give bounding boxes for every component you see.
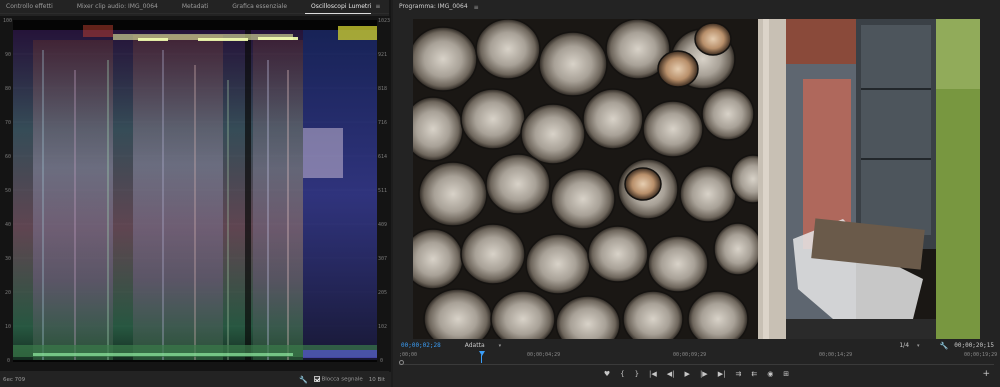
tab-essential-graphics[interactable]: Grafica essenziale	[226, 0, 287, 14]
zoom-handle[interactable]	[399, 360, 404, 365]
comparison-view-icon[interactable]: ⊞	[783, 370, 789, 378]
program-tab-bar: Programma: IMG_0064 ≡	[393, 0, 1000, 14]
waveform-scope-area: 100 90 80 70 60 50 40 30 20 10 0 1023 92…	[0, 16, 391, 371]
go-to-in-icon[interactable]: |◀	[649, 370, 657, 378]
transport-controls: ♥ { } |◀ ◀| ▶ |▶ ▶| ⇉ ⇇ ◉ ⊞ +	[393, 366, 1000, 382]
wooden-post	[758, 19, 786, 339]
step-back-icon[interactable]: ◀|	[667, 370, 675, 378]
scope-right-scale-label: 818	[378, 86, 388, 92]
program-menu-icon[interactable]: ≡	[474, 4, 479, 11]
go-to-out-icon[interactable]: ▶|	[718, 370, 726, 378]
wrench-icon[interactable]: 🔧	[299, 376, 308, 384]
scope-left-scale-label: 90	[5, 52, 12, 58]
scope-left-scale-label: 10	[5, 324, 12, 330]
panel-menu-icon[interactable]: ≡	[375, 3, 380, 10]
clamp-signal-toggle[interactable]: Blocca segnale	[313, 376, 363, 383]
tab-metadata[interactable]: Metadati	[176, 0, 208, 14]
ruler-tick-label: 00;00;14;29	[819, 352, 853, 358]
step-forward-icon[interactable]: |▶	[700, 370, 708, 378]
scope-left-scale-label: 60	[5, 154, 12, 160]
tab-audio-clip-mixer[interactable]: Mixer clip audio: IMG_0064	[71, 0, 158, 14]
scope-left-scale-label: 40	[5, 222, 12, 228]
scope-right-scale-label: 511	[378, 188, 388, 194]
wrench-icon[interactable]: 🔧	[940, 342, 949, 350]
scope-right-scale-label: 307	[378, 256, 388, 262]
program-monitor-title[interactable]: Programma: IMG_0064	[393, 0, 468, 14]
program-monitor-panel: Programma: IMG_0064 ≡ 00;00;02;28 Adatta…	[393, 0, 1000, 387]
scope-right-scale-label: 1023	[378, 18, 391, 24]
scope-right-scale-label: 409	[378, 222, 388, 228]
chevron-down-icon[interactable]: ▾	[917, 343, 920, 349]
scope-right-scale-label: 102	[378, 324, 388, 330]
fit-select[interactable]: Adatta	[465, 342, 485, 349]
woodpile-image	[413, 19, 980, 339]
scope-right-scale-label: 0	[380, 358, 384, 364]
scope-right-scale-label: 921	[378, 52, 388, 58]
scope-left-scale-label: 80	[5, 86, 12, 92]
play-icon[interactable]: ▶	[685, 370, 690, 378]
monitor-controls-row: 00;00;02;28 Adatta ▾ 1/4 ▾ 🔧 00;00;20;15	[393, 340, 1000, 351]
scope-right-scale-label: 205	[378, 290, 388, 296]
scope-right-scale-label: 716	[378, 120, 388, 126]
tab-effect-controls[interactable]: Controllo effetti	[0, 0, 53, 14]
extract-icon[interactable]: ⇇	[751, 370, 757, 378]
scope-left-scale-label: 20	[5, 290, 12, 296]
program-video-frame[interactable]	[413, 19, 980, 339]
export-frame-icon[interactable]: ◉	[767, 370, 773, 378]
clamp-signal-label: Blocca segnale	[321, 376, 363, 383]
duration-timecode: 00;00;20;15	[954, 342, 994, 349]
add-button-icon[interactable]: +	[982, 369, 990, 379]
color-space-label[interactable]: 6ec 709	[3, 377, 25, 383]
scope-right-scale-label: 614	[378, 154, 388, 160]
time-ruler[interactable]: ;00;00 00;00;04;29 00;00;09;29 00;00;14;…	[399, 351, 998, 365]
chevron-down-icon[interactable]: ▾	[499, 343, 502, 349]
lumetri-scopes-panel: Controllo effetti Mixer clip audio: IMG_…	[0, 0, 391, 387]
playhead-line	[481, 355, 482, 363]
waveform-graphic	[13, 25, 377, 360]
ruler-tick-label: 00;00;19;29	[964, 352, 998, 358]
ruler-tick-label: 00;00;04;29	[527, 352, 561, 358]
left-tab-bar: Controllo effetti Mixer clip audio: IMG_…	[0, 0, 389, 14]
add-marker-icon[interactable]: ♥	[604, 370, 610, 378]
mark-out-icon[interactable]: }	[635, 370, 639, 378]
scope-left-scale-label: 50	[5, 188, 12, 194]
bit-depth-select[interactable]: 10 Bit	[369, 377, 385, 383]
rgb-waveform	[13, 20, 377, 362]
mark-in-icon[interactable]: {	[620, 370, 624, 378]
tab-lumetri-scopes[interactable]: Oscilloscopi Lumetri	[305, 0, 372, 14]
resolution-select[interactable]: 1/4	[899, 342, 909, 349]
scope-left-scale-label: 70	[5, 120, 12, 126]
lift-icon[interactable]: ⇉	[735, 370, 741, 378]
scope-left-scale-label: 100	[3, 18, 13, 24]
scope-left-scale-label: 0	[7, 358, 11, 364]
ruler-tick-label: 00;00;09;29	[673, 352, 707, 358]
ruler-tick-label: ;00;00	[399, 352, 418, 358]
checkbox-icon[interactable]	[313, 376, 320, 383]
current-timecode[interactable]: 00;00;02;28	[401, 342, 441, 349]
scope-left-scale-label: 30	[5, 256, 12, 262]
playhead-icon[interactable]	[479, 351, 485, 356]
scope-footer: 6ec 709 🔧 Blocca segnale 10 Bit	[0, 372, 391, 387]
